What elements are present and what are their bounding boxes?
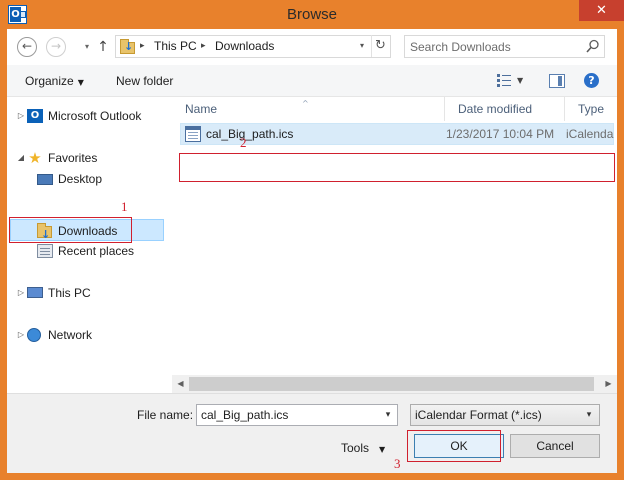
forward-button[interactable]: →: [46, 37, 66, 57]
outlook-icon: O: [27, 109, 43, 123]
sidebar-item-network[interactable]: ▷ Network: [7, 324, 167, 346]
address-row: ← → ▾ ↑ ▸ This PC ▸ Downloads ▾ ↻: [7, 29, 617, 65]
sidebar-item-microsoft-outlook[interactable]: ▷ O Microsoft Outlook: [7, 105, 167, 127]
file-name-input[interactable]: [201, 407, 376, 423]
breadcrumb-downloads[interactable]: Downloads: [215, 36, 274, 57]
sidebar-item-this-pc[interactable]: ▷ This PC: [7, 282, 167, 304]
scroll-right-icon[interactable]: ▶: [600, 375, 617, 393]
network-icon: [27, 328, 41, 342]
annotation-marker-3: 3: [394, 456, 401, 471]
file-type: iCalendar: [566, 127, 614, 141]
dialog-client-area: ← → ▾ ↑ ▸ This PC ▸ Downloads ▾ ↻: [7, 29, 617, 473]
help-icon[interactable]: ?: [584, 73, 599, 88]
search-input[interactable]: [410, 38, 580, 55]
breadcrumb-this-pc[interactable]: This PC: [154, 36, 197, 57]
collapse-icon[interactable]: ◢: [16, 147, 26, 169]
view-options-dropdown-icon[interactable]: ▼: [517, 65, 523, 97]
search-box[interactable]: [404, 35, 605, 58]
chevron-down-icon: ▼: [77, 78, 84, 87]
up-button[interactable]: ↑: [95, 37, 111, 57]
file-name-combobox[interactable]: ▾: [196, 404, 398, 426]
dialog-footer: File name: ▾ iCalendar Format (*.ics) ▾ …: [7, 393, 617, 473]
title-bar: O Browse ✕: [0, 0, 624, 29]
sidebar-item-recent-places[interactable]: Recent places: [7, 240, 167, 262]
tools-menu[interactable]: Tools ▼: [341, 438, 385, 458]
cancel-button[interactable]: Cancel: [510, 434, 600, 458]
scrollbar-thumb[interactable]: [189, 377, 594, 391]
expand-icon[interactable]: ▷: [16, 105, 26, 127]
file-name-label: File name:: [137, 408, 194, 422]
sort-ascending-icon: ^: [302, 99, 309, 108]
computer-icon: [27, 287, 43, 298]
close-button[interactable]: ✕: [579, 0, 624, 21]
file-list: Name ^ Date modified Type cal_Big_path.i…: [172, 97, 617, 393]
sidebar-item-label: Network: [48, 328, 93, 342]
star-icon: ★: [28, 149, 42, 167]
search-icon[interactable]: [586, 39, 600, 54]
browse-dialog: O Browse ✕ ← → ▾ ↑ ▸ This PC ▸ Downloads…: [0, 0, 624, 480]
expand-icon[interactable]: ▷: [16, 324, 26, 346]
column-header-type[interactable]: Type: [565, 97, 617, 121]
column-header-label: Name: [185, 102, 218, 116]
tools-label: Tools: [341, 441, 370, 455]
change-view-icon[interactable]: [497, 74, 511, 87]
recent-locations-button[interactable]: ▾: [82, 39, 92, 55]
downloads-folder-icon: [120, 39, 135, 54]
desktop-icon: [37, 174, 53, 185]
breadcrumb-separator-icon[interactable]: ▸: [201, 36, 206, 57]
navigation-pane: ▷ O Microsoft Outlook ◢ ★ Favorites Desk…: [7, 97, 167, 393]
column-header-date-modified[interactable]: Date modified: [445, 97, 565, 121]
annotation-box-3: [407, 430, 501, 462]
sidebar-item-favorites[interactable]: ◢ ★ Favorites: [7, 147, 167, 169]
window-title: Browse: [286, 6, 338, 23]
breadcrumb-separator-icon[interactable]: ▸: [140, 36, 145, 57]
file-type-value: iCalendar Format (*.ics): [415, 408, 542, 422]
file-type-select[interactable]: iCalendar Format (*.ics) ▾: [410, 404, 600, 426]
command-toolbar: Organize ▼ New folder ▼ ?: [7, 65, 617, 97]
back-button[interactable]: ←: [17, 37, 37, 57]
horizontal-scrollbar[interactable]: ◀ ▶: [172, 375, 617, 393]
sidebar-item-label: Microsoft Outlook: [48, 109, 142, 123]
organize-label: Organize: [25, 74, 74, 88]
file-date-modified: 1/23/2017 10:04 PM: [446, 127, 555, 141]
annotation-box-1: [9, 217, 132, 243]
sidebar-item-label: This PC: [48, 286, 91, 300]
sidebar-item-label: Desktop: [58, 172, 103, 186]
preview-pane-icon[interactable]: [549, 74, 565, 88]
expand-icon[interactable]: ▷: [16, 282, 26, 304]
annotation-box-2: [179, 153, 615, 182]
column-header-name[interactable]: Name ^: [172, 97, 445, 121]
chevron-down-icon[interactable]: ▾: [382, 405, 394, 425]
calendar-file-icon: [185, 126, 201, 142]
address-dropdown-icon[interactable]: ▾: [357, 35, 367, 57]
annotation-marker-2: 2: [240, 135, 247, 150]
scroll-left-icon[interactable]: ◀: [172, 375, 189, 393]
sidebar-item-label: Favorites: [48, 151, 98, 165]
address-bar[interactable]: ▸ This PC ▸ Downloads: [115, 35, 391, 58]
sidebar-item-desktop[interactable]: Desktop: [7, 168, 167, 190]
recent-places-icon: [37, 244, 53, 258]
new-folder-button[interactable]: New folder: [116, 65, 173, 97]
chevron-down-icon: ▾: [586, 410, 592, 420]
refresh-icon[interactable]: ↻: [371, 35, 389, 57]
annotation-marker-1: 1: [121, 199, 128, 214]
chevron-down-icon: ▼: [379, 445, 386, 454]
organize-menu[interactable]: Organize ▼: [25, 65, 84, 97]
sidebar-item-label: Recent places: [58, 244, 135, 258]
